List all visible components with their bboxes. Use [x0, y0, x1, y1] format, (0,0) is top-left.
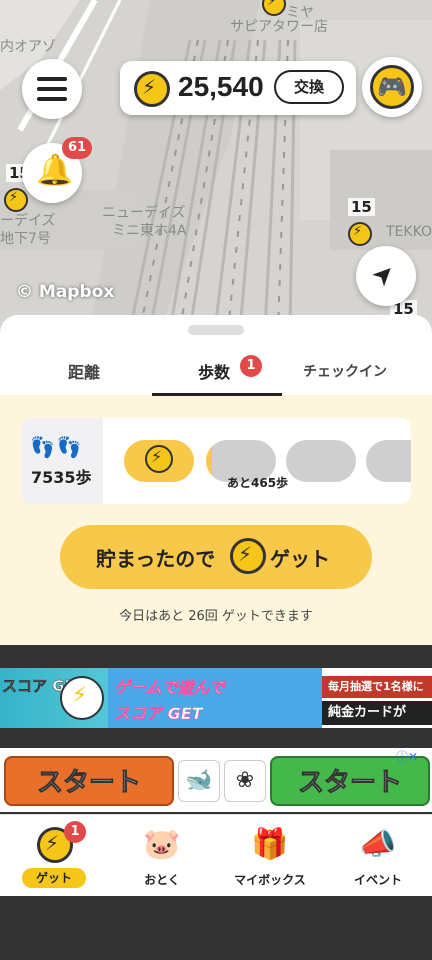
- gift-box-icon: 🎁: [251, 827, 289, 862]
- map-label: 内オアゾ: [0, 39, 56, 55]
- reward-slot-empty: [286, 440, 356, 482]
- nav-get[interactable]: ⚡ 1 ゲット: [0, 815, 108, 897]
- steps-progress-card: 👣👣 7535歩 ⚡ あと465歩: [21, 418, 411, 504]
- openai-app-icon: ❀: [224, 760, 266, 802]
- ad-text: 純金カードが: [322, 701, 432, 725]
- ad-middle-panel: ゲームで遊んで スコア GET: [108, 668, 326, 728]
- tab-steps[interactable]: 歩数: [198, 359, 230, 383]
- tab-steps-badge: 1: [240, 355, 262, 377]
- ad-banner-score[interactable]: スコア GET! ⚡ ゲームで遊んで スコア GET 毎月抽選で1名様に 純金カ…: [0, 668, 432, 728]
- megaphone-icon: 📣: [359, 827, 397, 862]
- active-tab-indicator: [152, 393, 282, 396]
- nav-label: おとく: [144, 873, 180, 887]
- locate-me-button[interactable]: ➤: [356, 246, 416, 306]
- exchange-button[interactable]: 交換: [274, 70, 344, 104]
- tab-distance[interactable]: 距離: [68, 359, 100, 383]
- nav-deals[interactable]: 🐷 おとく: [108, 815, 216, 897]
- menu-button[interactable]: [22, 59, 82, 119]
- notifications-button[interactable]: 🔔 61: [22, 137, 92, 203]
- tab-checkin[interactable]: チェックイン: [303, 361, 387, 381]
- map-label: サピアタワー店: [230, 19, 328, 35]
- steps-sheet: 距離 歩数 1 チェックイン 👣👣 7535歩 ⚡ あと465歩 貯まったので …: [0, 315, 432, 645]
- nav-label: ゲット: [22, 868, 86, 888]
- piggy-bank-icon: 🐷: [143, 827, 181, 862]
- collect-coins-button[interactable]: 貯まったので ⚡ ゲット: [60, 525, 372, 589]
- map-label: TEKKO: [386, 224, 432, 240]
- ad-info-close-icon[interactable]: ⓘ✕: [396, 748, 418, 765]
- menu-icon-line: [37, 97, 67, 101]
- map-coin-marker[interactable]: [348, 222, 372, 246]
- whale-app-icon: 🐋: [178, 760, 220, 802]
- coin-icon: ⚡: [230, 538, 266, 574]
- nav-get-badge: 1: [64, 821, 86, 843]
- collect-label-get: ゲット: [270, 547, 330, 571]
- map-label: 地下7号: [0, 231, 51, 247]
- footprints-icon: 👣👣: [30, 435, 84, 459]
- notification-count-badge: 61: [62, 137, 92, 159]
- ad-text: ゲームで遊んで: [114, 678, 225, 698]
- ad-banner-start[interactable]: スタート 🐋 ❀ スタート ⓘ✕: [0, 748, 432, 812]
- sheet-header: 距離 歩数 1 チェックイン: [0, 315, 432, 396]
- menu-icon: [37, 77, 67, 81]
- ad-right-panel: 毎月抽選で1名様に 純金カードが: [322, 668, 432, 728]
- map-view[interactable]: ミヤ サピアタワー店 内オアゾ ニューデイズ ミニ東ホ4A ーデイズ 地下7号 …: [0, 0, 432, 330]
- nav-label: イベント: [353, 873, 402, 887]
- reward-slot-filled[interactable]: ⚡: [124, 440, 194, 482]
- coin-balance-bar: ⚡ 25,540 交換: [120, 61, 356, 115]
- collect-label: 貯まったので: [96, 547, 216, 571]
- steps-summary: 👣👣 7535歩: [21, 418, 103, 504]
- map-number-label: 15: [348, 198, 375, 216]
- navigation-arrow-icon: ➤: [365, 256, 403, 294]
- nav-mybox[interactable]: 🎁 マイボックス: [216, 815, 324, 897]
- sheet-drag-handle[interactable]: [188, 325, 244, 335]
- lightning-icon: ⚡: [60, 676, 104, 720]
- map-label: ニューデイズ: [102, 205, 186, 221]
- coin-balance: 25,540: [178, 71, 264, 102]
- ad-text: スコア GET: [114, 704, 203, 724]
- coin-icon: ⚡: [134, 71, 170, 107]
- bell-icon: 🔔: [36, 153, 74, 188]
- menu-icon-line: [37, 87, 67, 91]
- nav-label: マイボックス: [234, 873, 306, 887]
- bottom-navigation: ⚡ 1 ゲット 🐷 おとく 🎁 マイボックス 📣 イベント: [0, 814, 432, 896]
- map-label: ミニ東ホ4A: [112, 223, 187, 239]
- nav-events[interactable]: 📣 イベント: [324, 815, 432, 897]
- steps-remaining: あと465歩: [227, 476, 289, 490]
- ad-text: 毎月抽選で1名様に: [322, 676, 432, 698]
- game-button[interactable]: 🎮: [362, 57, 422, 117]
- ad-start-button[interactable]: スタート: [4, 756, 174, 806]
- system-navigation-bar: [0, 896, 432, 960]
- steps-count: 7535歩: [31, 468, 92, 487]
- remaining-collections-text: 今日はあと 26回 ゲットできます: [119, 609, 313, 624]
- map-label: ーデイズ: [0, 213, 56, 229]
- gamepad-icon: 🎮: [370, 65, 414, 109]
- reward-slot-empty: [366, 440, 411, 482]
- coin-icon: ⚡: [145, 445, 173, 473]
- map-attribution[interactable]: © Mapbox: [16, 282, 114, 302]
- map-coin-marker[interactable]: [4, 188, 28, 212]
